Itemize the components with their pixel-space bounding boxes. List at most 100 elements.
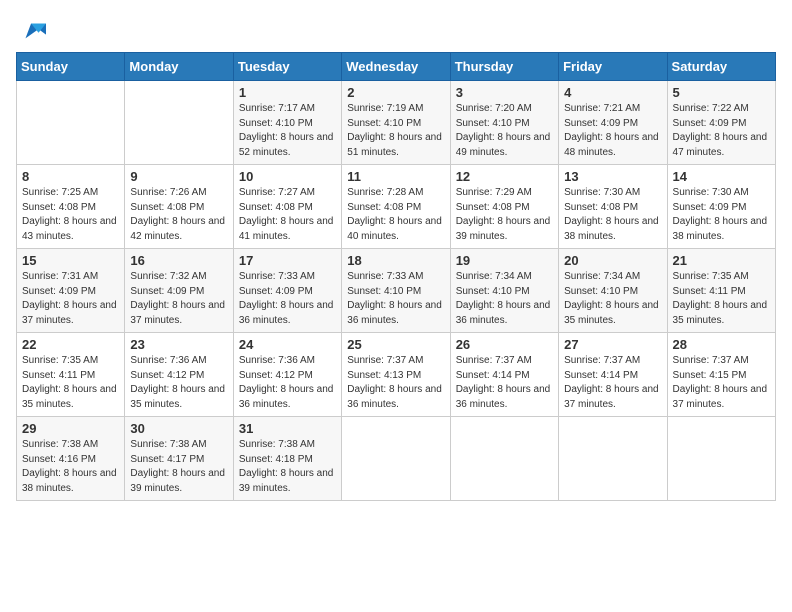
day-number: 10 [239, 169, 336, 184]
day-number: 3 [456, 85, 553, 100]
calendar-week: 29 Sunrise: 7:38 AMSunset: 4:16 PMDaylig… [17, 417, 776, 501]
day-info: Sunrise: 7:25 AMSunset: 4:08 PMDaylight:… [22, 187, 117, 242]
day-number: 30 [130, 421, 227, 436]
calendar-day: 23 Sunrise: 7:36 AMSunset: 4:12 PMDaylig… [125, 333, 233, 417]
day-number: 19 [456, 253, 553, 268]
calendar-day: 9 Sunrise: 7:26 AMSunset: 4:08 PMDayligh… [125, 165, 233, 249]
calendar-day: 29 Sunrise: 7:38 AMSunset: 4:16 PMDaylig… [17, 417, 125, 501]
day-number: 16 [130, 253, 227, 268]
day-info: Sunrise: 7:33 AMSunset: 4:10 PMDaylight:… [347, 271, 442, 326]
day-info: Sunrise: 7:37 AMSunset: 4:14 PMDaylight:… [456, 355, 551, 410]
day-info: Sunrise: 7:37 AMSunset: 4:13 PMDaylight:… [347, 355, 442, 410]
calendar-day: 18 Sunrise: 7:33 AMSunset: 4:10 PMDaylig… [342, 249, 450, 333]
day-info: Sunrise: 7:38 AMSunset: 4:16 PMDaylight:… [22, 439, 117, 494]
calendar-day: 11 Sunrise: 7:28 AMSunset: 4:08 PMDaylig… [342, 165, 450, 249]
calendar-day: 17 Sunrise: 7:33 AMSunset: 4:09 PMDaylig… [233, 249, 341, 333]
weekday-header: Monday [125, 53, 233, 81]
day-info: Sunrise: 7:38 AMSunset: 4:18 PMDaylight:… [239, 439, 334, 494]
day-number: 21 [673, 253, 770, 268]
day-number: 2 [347, 85, 444, 100]
day-info: Sunrise: 7:31 AMSunset: 4:09 PMDaylight:… [22, 271, 117, 326]
day-info: Sunrise: 7:36 AMSunset: 4:12 PMDaylight:… [239, 355, 334, 410]
empty-day [17, 81, 125, 165]
day-number: 4 [564, 85, 661, 100]
day-number: 20 [564, 253, 661, 268]
empty-day [125, 81, 233, 165]
calendar-day: 20 Sunrise: 7:34 AMSunset: 4:10 PMDaylig… [559, 249, 667, 333]
day-number: 13 [564, 169, 661, 184]
weekday-header: Thursday [450, 53, 558, 81]
day-info: Sunrise: 7:21 AMSunset: 4:09 PMDaylight:… [564, 103, 659, 158]
day-number: 23 [130, 337, 227, 352]
calendar-day: 14 Sunrise: 7:30 AMSunset: 4:09 PMDaylig… [667, 165, 775, 249]
day-info: Sunrise: 7:29 AMSunset: 4:08 PMDaylight:… [456, 187, 551, 242]
calendar-week: 22 Sunrise: 7:35 AMSunset: 4:11 PMDaylig… [17, 333, 776, 417]
calendar-header: SundayMondayTuesdayWednesdayThursdayFrid… [17, 53, 776, 81]
empty-day [559, 417, 667, 501]
day-number: 18 [347, 253, 444, 268]
day-number: 29 [22, 421, 119, 436]
day-number: 14 [673, 169, 770, 184]
day-info: Sunrise: 7:30 AMSunset: 4:08 PMDaylight:… [564, 187, 659, 242]
day-number: 31 [239, 421, 336, 436]
day-info: Sunrise: 7:37 AMSunset: 4:15 PMDaylight:… [673, 355, 768, 410]
day-number: 15 [22, 253, 119, 268]
calendar-day: 27 Sunrise: 7:37 AMSunset: 4:14 PMDaylig… [559, 333, 667, 417]
day-number: 9 [130, 169, 227, 184]
calendar-day: 4 Sunrise: 7:21 AMSunset: 4:09 PMDayligh… [559, 81, 667, 165]
calendar-day: 28 Sunrise: 7:37 AMSunset: 4:15 PMDaylig… [667, 333, 775, 417]
weekday-header: Sunday [17, 53, 125, 81]
calendar-week: 8 Sunrise: 7:25 AMSunset: 4:08 PMDayligh… [17, 165, 776, 249]
calendar-day: 13 Sunrise: 7:30 AMSunset: 4:08 PMDaylig… [559, 165, 667, 249]
day-info: Sunrise: 7:35 AMSunset: 4:11 PMDaylight:… [22, 355, 117, 410]
calendar-day: 19 Sunrise: 7:34 AMSunset: 4:10 PMDaylig… [450, 249, 558, 333]
calendar-day: 12 Sunrise: 7:29 AMSunset: 4:08 PMDaylig… [450, 165, 558, 249]
weekday-header: Tuesday [233, 53, 341, 81]
day-info: Sunrise: 7:34 AMSunset: 4:10 PMDaylight:… [456, 271, 551, 326]
day-number: 12 [456, 169, 553, 184]
day-info: Sunrise: 7:30 AMSunset: 4:09 PMDaylight:… [673, 187, 768, 242]
calendar-day: 5 Sunrise: 7:22 AMSunset: 4:09 PMDayligh… [667, 81, 775, 165]
calendar-day: 30 Sunrise: 7:38 AMSunset: 4:17 PMDaylig… [125, 417, 233, 501]
day-number: 11 [347, 169, 444, 184]
calendar-week: 1 Sunrise: 7:17 AMSunset: 4:10 PMDayligh… [17, 81, 776, 165]
day-number: 26 [456, 337, 553, 352]
calendar-day: 16 Sunrise: 7:32 AMSunset: 4:09 PMDaylig… [125, 249, 233, 333]
empty-day [342, 417, 450, 501]
calendar-day: 21 Sunrise: 7:35 AMSunset: 4:11 PMDaylig… [667, 249, 775, 333]
calendar-day: 8 Sunrise: 7:25 AMSunset: 4:08 PMDayligh… [17, 165, 125, 249]
day-info: Sunrise: 7:32 AMSunset: 4:09 PMDaylight:… [130, 271, 225, 326]
day-info: Sunrise: 7:27 AMSunset: 4:08 PMDaylight:… [239, 187, 334, 242]
day-info: Sunrise: 7:36 AMSunset: 4:12 PMDaylight:… [130, 355, 225, 410]
day-info: Sunrise: 7:37 AMSunset: 4:14 PMDaylight:… [564, 355, 659, 410]
day-info: Sunrise: 7:20 AMSunset: 4:10 PMDaylight:… [456, 103, 551, 158]
empty-day [450, 417, 558, 501]
page-header [16, 16, 776, 44]
calendar-day: 3 Sunrise: 7:20 AMSunset: 4:10 PMDayligh… [450, 81, 558, 165]
empty-day [667, 417, 775, 501]
calendar-week: 15 Sunrise: 7:31 AMSunset: 4:09 PMDaylig… [17, 249, 776, 333]
day-number: 8 [22, 169, 119, 184]
day-number: 5 [673, 85, 770, 100]
logo [16, 16, 46, 44]
day-info: Sunrise: 7:38 AMSunset: 4:17 PMDaylight:… [130, 439, 225, 494]
calendar-day: 1 Sunrise: 7:17 AMSunset: 4:10 PMDayligh… [233, 81, 341, 165]
day-number: 24 [239, 337, 336, 352]
day-number: 1 [239, 85, 336, 100]
calendar-day: 2 Sunrise: 7:19 AMSunset: 4:10 PMDayligh… [342, 81, 450, 165]
day-info: Sunrise: 7:28 AMSunset: 4:08 PMDaylight:… [347, 187, 442, 242]
day-number: 22 [22, 337, 119, 352]
day-number: 17 [239, 253, 336, 268]
day-number: 25 [347, 337, 444, 352]
day-info: Sunrise: 7:34 AMSunset: 4:10 PMDaylight:… [564, 271, 659, 326]
weekday-header: Wednesday [342, 53, 450, 81]
calendar-day: 22 Sunrise: 7:35 AMSunset: 4:11 PMDaylig… [17, 333, 125, 417]
calendar-day: 15 Sunrise: 7:31 AMSunset: 4:09 PMDaylig… [17, 249, 125, 333]
calendar-day: 25 Sunrise: 7:37 AMSunset: 4:13 PMDaylig… [342, 333, 450, 417]
day-info: Sunrise: 7:17 AMSunset: 4:10 PMDaylight:… [239, 103, 334, 158]
day-number: 27 [564, 337, 661, 352]
weekday-header: Friday [559, 53, 667, 81]
day-info: Sunrise: 7:22 AMSunset: 4:09 PMDaylight:… [673, 103, 768, 158]
calendar-table: SundayMondayTuesdayWednesdayThursdayFrid… [16, 52, 776, 501]
calendar-day: 10 Sunrise: 7:27 AMSunset: 4:08 PMDaylig… [233, 165, 341, 249]
